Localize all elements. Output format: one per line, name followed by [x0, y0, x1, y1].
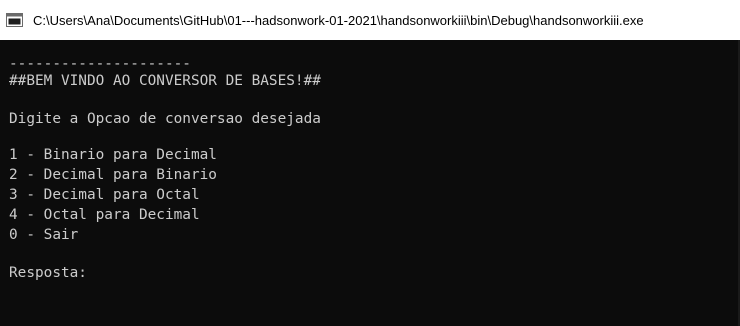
console-app-icon: [6, 13, 23, 27]
separator-line: ---------------------: [9, 56, 191, 72]
console-output[interactable]: --------------------- ##BEM VINDO AO CON…: [0, 40, 740, 326]
menu-option-1: 1 - Binario para Decimal: [9, 147, 217, 163]
answer-prompt: Resposta:: [9, 265, 87, 281]
menu-option-3: 3 - Decimal para Octal: [9, 187, 200, 203]
console-window: C:\Users\Ana\Documents\GitHub\01---hadso…: [0, 0, 740, 326]
menu-option-0: 0 - Sair: [9, 227, 79, 243]
menu-option-2: 2 - Decimal para Binario: [9, 167, 217, 183]
prompt-text: Digite a Opcao de conversao desejada: [9, 111, 321, 127]
window-title: C:\Users\Ana\Documents\GitHub\01---hadso…: [33, 12, 644, 28]
title-bar[interactable]: C:\Users\Ana\Documents\GitHub\01---hadso…: [0, 0, 740, 40]
menu-option-4: 4 - Octal para Decimal: [9, 207, 200, 223]
welcome-heading: ##BEM VINDO AO CONVERSOR DE BASES!##: [9, 73, 321, 89]
